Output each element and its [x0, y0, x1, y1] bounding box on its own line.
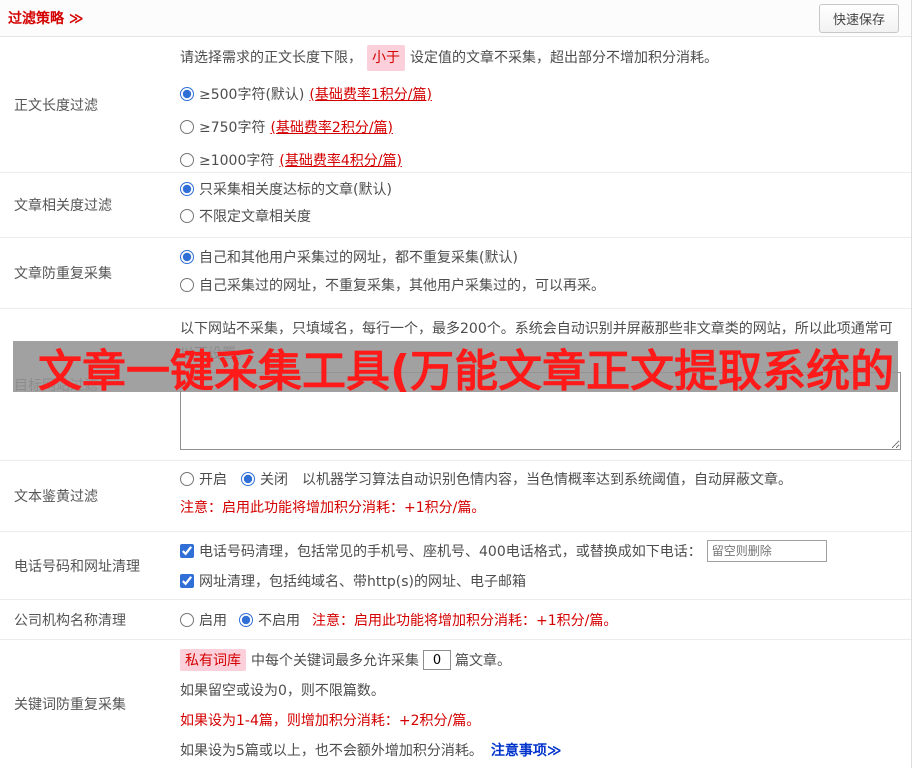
dedup-global-label: 自己和其他用户采集过的网址，都不重复采集(默认) [199, 247, 518, 267]
watermark-band: 文章一键采集工具(万能文章正文提取系统的 [13, 341, 898, 392]
section-label-dedup: 文章防重复采集 [0, 238, 180, 308]
length-500-radio[interactable] [180, 87, 194, 101]
porn-filter-off-option[interactable]: 关闭 [241, 469, 288, 489]
dedup-global-option[interactable]: 自己和其他用户采集过的网址，都不重复采集(默认) [180, 243, 901, 271]
url-clean-label: 网址清理，包括纯域名、带http(s)的网址、电子邮箱 [199, 571, 526, 591]
section-keyword-dedup: 关键词防重复采集 私有词库 中每个关键词最多允许采集 篇文章。 如果留空或设为0… [0, 640, 911, 768]
phone-clean-checkbox[interactable] [180, 544, 194, 558]
keyword-note-unlimited: 如果留空或设为0，则不限篇数。 [180, 675, 901, 705]
keyword-note-five-plus: 如果设为5篇或以上，也不会额外增加积分消耗。 [180, 740, 483, 760]
company-clean-off-option[interactable]: 不启用 [239, 610, 300, 630]
private-lexicon-highlight: 私有词库 [180, 649, 246, 671]
relevance-any-radio[interactable] [180, 209, 194, 223]
porn-filter-description: 以机器学习算法自动识别色情内容，当色情概率达到系统阈值，自动屏蔽文章。 [302, 469, 792, 489]
relevance-strict-radio[interactable] [180, 182, 194, 196]
keyword-limit-text: 中每个关键词最多允许采集 [251, 650, 419, 670]
intro-text-after: 设定值的文章不采集，超出部分不增加积分消耗。 [410, 46, 718, 70]
section-content-length: 正文长度过滤 请选择需求的正文长度下限， 小于 设定值的文章不采集，超出部分不增… [0, 37, 911, 173]
relevance-strict-label: 只采集相关度达标的文章(默认) [199, 179, 392, 199]
section-porn-filter: 文本鉴黄过滤 开启 关闭 以机器学习算法自动识别色情内容，当色情概率达到系统阈值… [0, 461, 911, 532]
section-phone-url-clean: 电话号码和网址清理 电话号码清理，包括常见的手机号、座机号、400电话格式，或替… [0, 532, 911, 600]
length-500-label: ≥500字符(默认) [199, 84, 304, 104]
length-1000-option[interactable]: ≥1000字符 (基础费率4积分/篇) [180, 143, 901, 176]
section-label-phone-url-clean: 电话号码和网址清理 [0, 532, 180, 599]
replacement-phone-input[interactable] [707, 540, 827, 562]
keyword-note-cost: 如果设为1-4篇，则增加积分消耗：+2积分/篇。 [180, 705, 901, 735]
keyword-limit-unit: 篇文章。 [455, 650, 511, 670]
length-750-fee-link[interactable]: (基础费率2积分/篇) [270, 117, 393, 137]
length-1000-radio[interactable] [180, 153, 194, 167]
company-clean-cost-note: 注意：启用此功能将增加积分消耗：+1积分/篇。 [312, 610, 617, 630]
porn-filter-off-label: 关闭 [260, 469, 288, 489]
section-label-porn-filter: 文本鉴黄过滤 [0, 461, 180, 531]
section-label-content-length: 正文长度过滤 [0, 37, 180, 172]
top-bar: 过滤策略 ≫ 快速保存 [0, 0, 911, 37]
relevance-any-option[interactable]: 不限定文章相关度 [180, 202, 901, 229]
watermark-text: 文章一键采集工具(万能文章正文提取系统的 [13, 341, 894, 392]
notice-link[interactable]: 注意事项≫ [491, 740, 562, 760]
porn-filter-on-label: 开启 [199, 469, 227, 489]
section-relevance: 文章相关度过滤 只采集相关度达标的文章(默认) 不限定文章相关度 [0, 173, 911, 238]
phone-clean-label: 电话号码清理，包括常见的手机号、座机号、400电话格式，或替换成如下电话： [199, 541, 702, 561]
length-750-label: ≥750字符 [199, 117, 265, 137]
length-1000-fee-link[interactable]: (基础费率4积分/篇) [279, 150, 402, 170]
company-clean-on-radio[interactable] [180, 613, 194, 627]
dedup-global-radio[interactable] [180, 250, 194, 264]
section-label-company-clean: 公司机构名称清理 [0, 600, 180, 639]
company-clean-off-label: 不启用 [258, 610, 300, 630]
content-length-intro: 请选择需求的正文长度下限， 小于 设定值的文章不采集，超出部分不增加积分消耗。 [180, 45, 901, 71]
section-company-clean: 公司机构名称清理 启用 不启用 注意：启用此功能将增加积分消耗：+1积分/篇。 [0, 600, 911, 640]
length-750-radio[interactable] [180, 120, 194, 134]
porn-filter-on-radio[interactable] [180, 472, 194, 486]
porn-filter-on-option[interactable]: 开启 [180, 469, 227, 489]
length-500-option[interactable]: ≥500字符(默认) (基础费率1积分/篇) [180, 77, 901, 110]
phone-clean-option[interactable]: 电话号码清理，包括常见的手机号、座机号、400电话格式，或替换成如下电话： [180, 541, 702, 561]
page-title[interactable]: 过滤策略 ≫ [8, 8, 84, 28]
section-label-relevance: 文章相关度过滤 [0, 173, 180, 237]
company-clean-on-label: 启用 [199, 610, 227, 630]
intro-text-before: 请选择需求的正文长度下限， [180, 46, 362, 70]
relevance-strict-option[interactable]: 只采集相关度达标的文章(默认) [180, 175, 901, 202]
porn-filter-cost-note: 注意：启用此功能将增加积分消耗：+1积分/篇。 [180, 493, 901, 521]
section-dedup: 文章防重复采集 自己和其他用户采集过的网址，都不重复采集(默认) 自己采集过的网… [0, 238, 911, 309]
url-clean-option[interactable]: 网址清理，包括纯域名、带http(s)的网址、电子邮箱 [180, 571, 526, 591]
dedup-self-radio[interactable] [180, 278, 194, 292]
section-label-keyword-dedup: 关键词防重复采集 [0, 640, 180, 768]
dedup-self-label: 自己采集过的网址，不重复采集，其他用户采集过的，可以再采。 [199, 275, 605, 295]
length-750-option[interactable]: ≥750字符 (基础费率2积分/篇) [180, 110, 901, 143]
less-than-highlight: 小于 [367, 45, 405, 71]
dedup-self-option[interactable]: 自己采集过的网址，不重复采集，其他用户采集过的，可以再采。 [180, 271, 901, 299]
company-clean-on-option[interactable]: 启用 [180, 610, 227, 630]
length-500-fee-link[interactable]: (基础费率1积分/篇) [309, 84, 432, 104]
keyword-limit-input[interactable] [423, 650, 451, 670]
company-clean-off-radio[interactable] [239, 613, 253, 627]
quick-save-button[interactable]: 快速保存 [819, 4, 899, 33]
url-clean-checkbox[interactable] [180, 574, 194, 588]
porn-filter-off-radio[interactable] [241, 472, 255, 486]
length-1000-label: ≥1000字符 [199, 150, 274, 170]
relevance-any-label: 不限定文章相关度 [199, 206, 311, 226]
